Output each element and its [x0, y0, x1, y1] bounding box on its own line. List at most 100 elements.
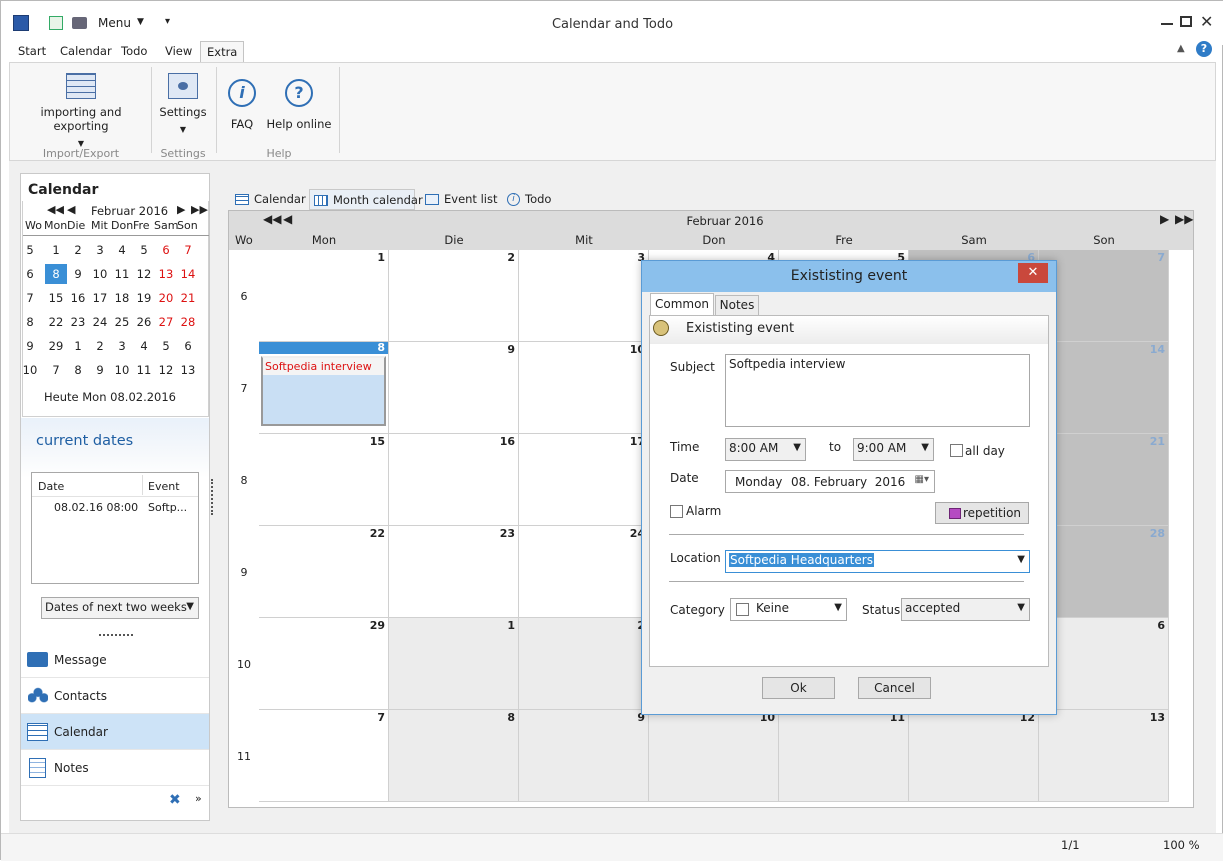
- mini-day[interactable]: 15: [45, 291, 67, 305]
- mini-day[interactable]: 13: [155, 267, 177, 281]
- day-cell[interactable]: 7: [259, 710, 389, 802]
- minimize-icon[interactable]: [1161, 23, 1173, 25]
- mini-day[interactable]: 12: [155, 363, 177, 377]
- event-block[interactable]: Softpedia interview: [261, 356, 386, 426]
- mini-day[interactable]: 8: [67, 363, 89, 377]
- close-icon[interactable]: ✕: [1200, 12, 1213, 31]
- day-cell[interactable]: 12: [909, 710, 1039, 802]
- subject-field[interactable]: Softpedia interview: [725, 354, 1030, 427]
- day-cell[interactable]: 11: [779, 710, 909, 802]
- category-select[interactable]: Keine ▼: [730, 598, 847, 621]
- dates-col-event[interactable]: Event: [148, 480, 180, 493]
- nav-contacts[interactable]: Contacts: [21, 678, 209, 714]
- day-cell[interactable]: 7: [1039, 250, 1169, 342]
- mini-day[interactable]: 8: [45, 264, 67, 284]
- day-cell[interactable]: 2: [389, 250, 519, 342]
- status-select[interactable]: accepted ▼: [901, 598, 1030, 621]
- day-cell[interactable]: 9: [389, 342, 519, 434]
- settings-button[interactable]: Settings ▼: [154, 73, 212, 134]
- date-field[interactable]: Monday 08. February 2016 ▦▾: [725, 470, 935, 493]
- day-cell[interactable]: 22: [259, 526, 389, 618]
- view-tab-month-calendar[interactable]: Month calendar: [309, 189, 423, 210]
- mini-day[interactable]: 14: [177, 267, 199, 281]
- day-cell[interactable]: 16: [389, 434, 519, 526]
- mini-day[interactable]: 26: [133, 315, 155, 329]
- mini-day[interactable]: 11: [133, 363, 155, 377]
- day-cell[interactable]: 24: [519, 526, 649, 618]
- mini-day[interactable]: 4: [111, 243, 133, 257]
- day-cell[interactable]: 1: [389, 618, 519, 710]
- mini-day[interactable]: 13: [177, 363, 199, 377]
- dates-col-date[interactable]: Date: [38, 480, 64, 493]
- day-cell[interactable]: 28: [1039, 526, 1169, 618]
- day-cell[interactable]: 1: [259, 250, 389, 342]
- tab-calendar[interactable]: Calendar: [60, 41, 112, 62]
- mini-day[interactable]: 2: [89, 339, 111, 353]
- mini-day[interactable]: 21: [177, 291, 199, 305]
- day-cell[interactable]: 13: [1039, 710, 1169, 802]
- view-tab-event-list[interactable]: Event list: [423, 189, 498, 210]
- mini-day[interactable]: 27: [155, 315, 177, 329]
- nav-calendar[interactable]: Calendar: [21, 714, 209, 750]
- maximize-icon[interactable]: [1180, 16, 1192, 27]
- mini-day[interactable]: 3: [111, 339, 133, 353]
- day-cell[interactable]: 29: [259, 618, 389, 710]
- mini-day[interactable]: 7: [45, 363, 67, 377]
- day-cell[interactable]: 3: [519, 250, 649, 342]
- nav-message[interactable]: Message: [21, 642, 209, 678]
- mini-day[interactable]: 24: [89, 315, 111, 329]
- tab-view[interactable]: View: [165, 41, 192, 62]
- mini-day[interactable]: 5: [133, 243, 155, 257]
- day-cell[interactable]: 2: [519, 618, 649, 710]
- day-cell[interactable]: 6: [1039, 618, 1169, 710]
- mini-day[interactable]: 9: [89, 363, 111, 377]
- day-cell[interactable]: 10: [649, 710, 779, 802]
- mini-day[interactable]: 12: [133, 267, 155, 281]
- view-tab-calendar[interactable]: Calendar: [233, 189, 306, 210]
- mini-day[interactable]: 4: [133, 339, 155, 353]
- alarm-checkbox[interactable]: [670, 505, 683, 518]
- range-select[interactable]: Dates of next two weeks ▼: [41, 597, 199, 619]
- splitter-handle[interactable]: [99, 634, 133, 636]
- mini-day[interactable]: 6: [177, 339, 199, 353]
- time-to-select[interactable]: 9:00 AM ▼: [853, 438, 934, 461]
- next-month-icon[interactable]: ▶: [1160, 212, 1169, 226]
- nav-notes[interactable]: Notes: [21, 750, 209, 786]
- all-day-checkbox[interactable]: [950, 444, 963, 457]
- day-cell[interactable]: 14: [1039, 342, 1169, 434]
- mini-day[interactable]: 10: [111, 363, 133, 377]
- mini-day[interactable]: 29: [45, 339, 67, 353]
- time-from-select[interactable]: 8:00 AM ▼: [725, 438, 806, 461]
- mini-day[interactable]: 23: [67, 315, 89, 329]
- day-cell[interactable]: Softpedia interview 8: [259, 342, 389, 434]
- zoom-level[interactable]: 100 %: [1163, 838, 1200, 852]
- mini-day[interactable]: 22: [45, 315, 67, 329]
- day-cell[interactable]: 9: [519, 710, 649, 802]
- mini-day[interactable]: 6: [155, 243, 177, 257]
- tab-todo[interactable]: Todo: [121, 41, 147, 62]
- tools-icon[interactable]: ✖: [169, 792, 181, 808]
- mini-day[interactable]: 20: [155, 291, 177, 305]
- repetition-button[interactable]: repetition: [935, 502, 1029, 524]
- dialog-tab-common[interactable]: Common: [650, 293, 714, 315]
- mini-day[interactable]: 1: [45, 243, 67, 257]
- ok-button[interactable]: Ok: [762, 677, 835, 699]
- day-cell[interactable]: 17: [519, 434, 649, 526]
- view-tab-todo[interactable]: i Todo: [505, 189, 565, 210]
- more-nav-icon[interactable]: »: [195, 792, 202, 805]
- dates-row-event[interactable]: Softp...: [148, 501, 187, 514]
- date-picker-icon[interactable]: ▦▾: [915, 474, 929, 485]
- day-cell[interactable]: 15: [259, 434, 389, 526]
- panel-splitter[interactable]: [211, 479, 213, 515]
- mini-day[interactable]: 11: [111, 267, 133, 281]
- day-cell[interactable]: 23: [389, 526, 519, 618]
- mini-day[interactable]: 5: [155, 339, 177, 353]
- day-cell[interactable]: 10: [519, 342, 649, 434]
- cancel-button[interactable]: Cancel: [858, 677, 931, 699]
- mini-day[interactable]: 28: [177, 315, 199, 329]
- mini-day[interactable]: 7: [177, 243, 199, 257]
- mini-day[interactable]: 9: [67, 267, 89, 281]
- import-export-button[interactable]: importing and exporting ▼: [16, 73, 146, 148]
- mini-day[interactable]: 19: [133, 291, 155, 305]
- day-cell[interactable]: 8: [389, 710, 519, 802]
